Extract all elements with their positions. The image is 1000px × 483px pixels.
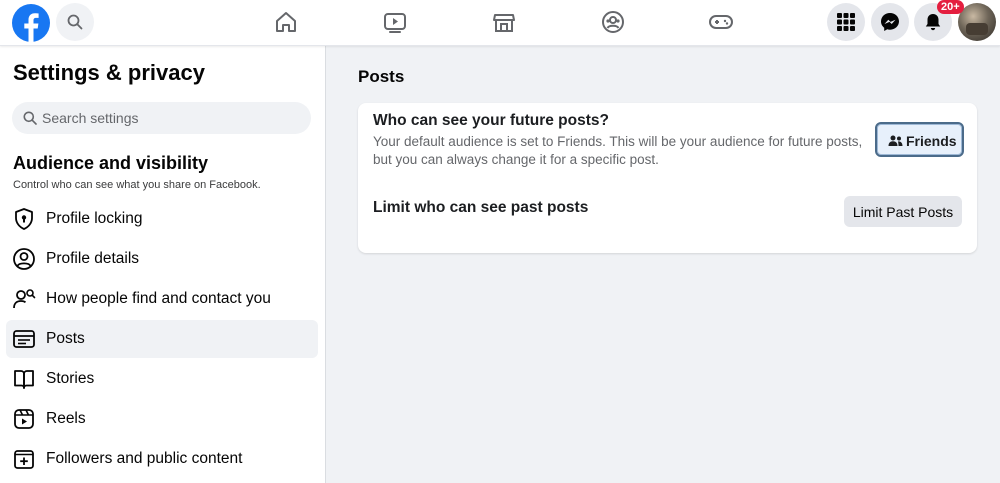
watch-icon[interactable] [382, 9, 408, 35]
sidebar-item-reels[interactable]: Reels [6, 400, 318, 438]
sidebar-item-posts[interactable]: Posts [6, 320, 318, 358]
search-button[interactable] [56, 3, 94, 41]
sidebar-item-label: Reels [46, 410, 86, 427]
facebook-logo-icon[interactable] [12, 4, 50, 42]
messenger-button[interactable] [871, 3, 909, 41]
reels-icon [14, 409, 34, 429]
sidebar-item-profile-details[interactable]: Profile details [6, 240, 318, 278]
messenger-icon [881, 13, 899, 31]
settings-sidebar: Settings & privacy Search settings Audie… [0, 46, 326, 483]
limit-past-posts-label: Limit Past Posts [852, 204, 954, 220]
future-posts-heading: Who can see your future posts? [373, 112, 609, 129]
sidebar-item-profile-locking[interactable]: Profile locking [6, 200, 318, 238]
shield-lock-icon [15, 208, 33, 230]
friends-icon [888, 135, 903, 146]
sidebar-item-label: How people find and contact you [46, 290, 271, 307]
future-posts-description: Your default audience is set to Friends.… [373, 134, 863, 167]
sidebar-item-followers[interactable]: Followers and public content [6, 440, 318, 478]
home-icon[interactable] [273, 9, 299, 35]
page-title: Posts [358, 67, 405, 86]
sidebar-item-label: Followers and public content [46, 450, 243, 467]
person-search-icon [13, 289, 36, 309]
sidebar-item-label: Profile locking [46, 210, 143, 227]
past-posts-heading: Limit who can see past posts [373, 199, 589, 216]
section-subtitle: Control who can see what you share on Fa… [13, 179, 261, 191]
marketplace-icon[interactable] [491, 9, 517, 35]
sidebar-item-label: Posts [46, 330, 85, 347]
friends-button-label: Friends [906, 133, 957, 149]
menu-grid-icon [837, 13, 855, 31]
audience-friends-button[interactable]: Friends [875, 122, 964, 157]
bell-icon [925, 14, 941, 31]
search-settings-input[interactable]: Search settings [12, 102, 311, 134]
sidebar-item-stories[interactable]: Stories [6, 360, 318, 398]
section-title: Audience and visibility [13, 153, 209, 173]
search-icon [23, 111, 37, 125]
gaming-icon[interactable] [708, 9, 734, 35]
sidebar-item-find-contact[interactable]: How people find and contact you [6, 280, 318, 318]
search-placeholder: Search settings [42, 110, 139, 126]
top-navigation-bar: 20+ [0, 0, 1000, 46]
posts-icon [13, 330, 35, 348]
add-square-icon [14, 450, 34, 469]
sidebar-title: Settings & privacy [13, 60, 205, 85]
groups-icon[interactable] [600, 9, 626, 35]
search-icon [67, 14, 83, 30]
notification-badge: 20+ [937, 0, 964, 14]
limit-past-posts-button[interactable]: Limit Past Posts [844, 196, 962, 227]
menu-button[interactable] [827, 3, 865, 41]
posts-settings-card: Who can see your future posts? Your defa… [358, 103, 977, 253]
sidebar-item-label: Stories [46, 370, 95, 387]
person-circle-icon [13, 248, 35, 270]
profile-avatar[interactable] [958, 3, 996, 41]
book-icon [14, 370, 34, 389]
sidebar-item-label: Profile details [46, 250, 140, 267]
